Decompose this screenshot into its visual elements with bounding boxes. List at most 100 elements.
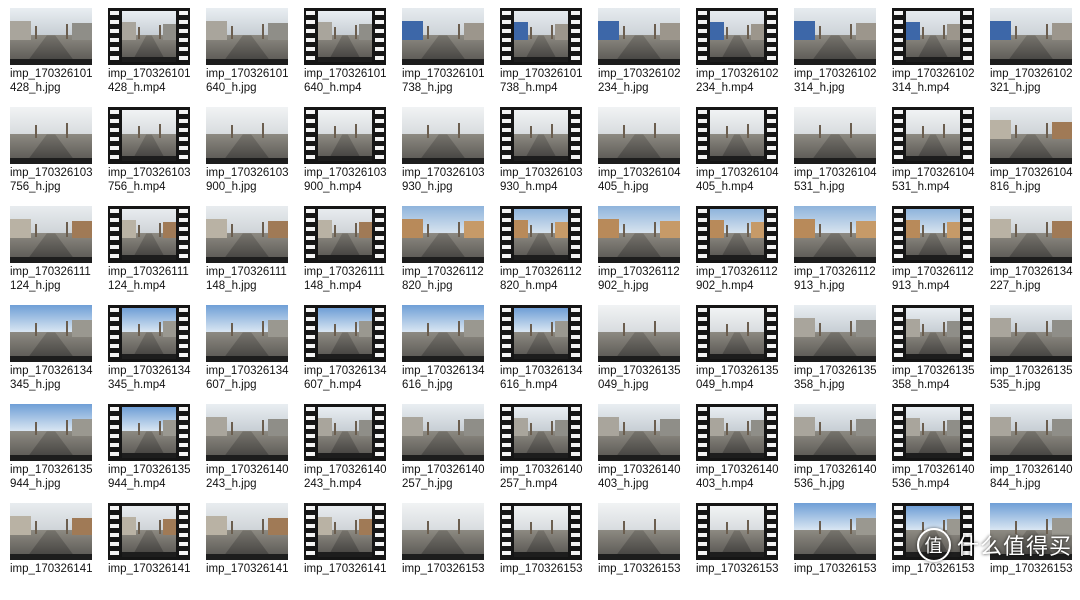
image-thumbnail[interactable] — [598, 404, 680, 461]
image-file-item[interactable]: imp_170326153 — [592, 501, 690, 600]
video-file-item[interactable]: imp_170326135 049_h.mp4 — [690, 303, 788, 402]
image-thumbnail[interactable] — [598, 206, 680, 263]
video-thumbnail[interactable] — [696, 8, 778, 65]
image-thumbnail[interactable] — [206, 8, 288, 65]
image-file-item[interactable]: imp_170326141 — [4, 501, 102, 600]
video-file-item[interactable]: imp_170326112 902_h.mp4 — [690, 204, 788, 303]
video-thumbnail[interactable] — [108, 206, 190, 263]
video-file-item[interactable]: imp_170326140 536_h.mp4 — [886, 402, 984, 501]
video-thumbnail[interactable] — [500, 503, 582, 560]
image-file-item[interactable]: imp_170326134 616_h.jpg — [396, 303, 494, 402]
image-file-item[interactable]: imp_170326153 — [396, 501, 494, 600]
image-thumbnail[interactable] — [794, 305, 876, 362]
image-file-item[interactable]: imp_170326140 257_h.jpg — [396, 402, 494, 501]
image-thumbnail[interactable] — [794, 8, 876, 65]
image-thumbnail[interactable] — [206, 107, 288, 164]
video-thumbnail[interactable] — [500, 404, 582, 461]
video-thumbnail[interactable] — [892, 107, 974, 164]
video-file-item[interactable]: imp_170326112 820_h.mp4 — [494, 204, 592, 303]
video-file-item[interactable]: imp_170326135 944_h.mp4 — [102, 402, 200, 501]
image-thumbnail[interactable] — [206, 503, 288, 560]
image-file-item[interactable]: imp_170326101 738_h.jpg — [396, 6, 494, 105]
video-file-item[interactable]: imp_170326153 — [690, 501, 788, 600]
image-thumbnail[interactable] — [10, 107, 92, 164]
image-file-item[interactable]: imp_170326140 403_h.jpg — [592, 402, 690, 501]
image-file-item[interactable]: imp_170326135 944_h.jpg — [4, 402, 102, 501]
video-thumbnail[interactable] — [108, 503, 190, 560]
image-file-item[interactable]: imp_170326153 — [788, 501, 886, 600]
image-thumbnail[interactable] — [206, 404, 288, 461]
video-thumbnail[interactable] — [304, 404, 386, 461]
video-thumbnail[interactable] — [108, 305, 190, 362]
image-file-item[interactable]: imp_170326111 124_h.jpg — [4, 204, 102, 303]
video-file-item[interactable]: imp_170326103 930_h.mp4 — [494, 105, 592, 204]
video-thumbnail[interactable] — [108, 404, 190, 461]
image-file-item[interactable]: imp_170326112 913_h.jpg — [788, 204, 886, 303]
image-thumbnail[interactable] — [794, 404, 876, 461]
image-file-item[interactable]: imp_170326102 314_h.jpg — [788, 6, 886, 105]
image-file-item[interactable]: imp_170326103 930_h.jpg — [396, 105, 494, 204]
video-file-item[interactable]: imp_170326103 756_h.mp4 — [102, 105, 200, 204]
image-file-item[interactable]: imp_170326102 321_h.jpg — [984, 6, 1080, 105]
video-thumbnail[interactable] — [696, 305, 778, 362]
video-file-item[interactable]: imp_170326140 243_h.mp4 — [298, 402, 396, 501]
video-file-item[interactable]: imp_170326102 314_h.mp4 — [886, 6, 984, 105]
image-thumbnail[interactable] — [10, 305, 92, 362]
image-file-item[interactable]: imp_170326135 358_h.jpg — [788, 303, 886, 402]
video-thumbnail[interactable] — [500, 8, 582, 65]
image-thumbnail[interactable] — [990, 206, 1072, 263]
video-file-item[interactable]: imp_170326101 738_h.mp4 — [494, 6, 592, 105]
image-file-item[interactable]: imp_170326134 227_h.jpg — [984, 204, 1080, 303]
image-file-item[interactable]: imp_170326103 900_h.jpg — [200, 105, 298, 204]
image-thumbnail[interactable] — [10, 404, 92, 461]
video-thumbnail[interactable] — [696, 404, 778, 461]
image-thumbnail[interactable] — [794, 107, 876, 164]
image-file-item[interactable]: imp_170326101 640_h.jpg — [200, 6, 298, 105]
image-file-item[interactable]: imp_170326134 345_h.jpg — [4, 303, 102, 402]
video-thumbnail[interactable] — [108, 8, 190, 65]
video-file-item[interactable]: imp_170326134 616_h.mp4 — [494, 303, 592, 402]
image-thumbnail[interactable] — [990, 8, 1072, 65]
video-thumbnail[interactable] — [304, 8, 386, 65]
video-file-item[interactable]: imp_170326135 358_h.mp4 — [886, 303, 984, 402]
image-file-item[interactable]: imp_170326140 243_h.jpg — [200, 402, 298, 501]
image-thumbnail[interactable] — [10, 206, 92, 263]
video-thumbnail[interactable] — [500, 206, 582, 263]
image-thumbnail[interactable] — [206, 305, 288, 362]
image-thumbnail[interactable] — [794, 503, 876, 560]
image-thumbnail[interactable] — [402, 8, 484, 65]
video-thumbnail[interactable] — [892, 206, 974, 263]
video-thumbnail[interactable] — [304, 206, 386, 263]
video-file-item[interactable]: imp_170326112 913_h.mp4 — [886, 204, 984, 303]
image-thumbnail[interactable] — [990, 305, 1072, 362]
image-thumbnail[interactable] — [598, 107, 680, 164]
image-thumbnail[interactable] — [10, 503, 92, 560]
video-file-item[interactable]: imp_170326102 234_h.mp4 — [690, 6, 788, 105]
image-thumbnail[interactable] — [990, 107, 1072, 164]
video-file-item[interactable]: imp_170326140 257_h.mp4 — [494, 402, 592, 501]
video-file-item[interactable]: imp_170326141 — [298, 501, 396, 600]
image-file-item[interactable]: imp_170326101 428_h.jpg — [4, 6, 102, 105]
video-file-item[interactable]: imp_170326153 — [494, 501, 592, 600]
video-file-item[interactable]: imp_170326134 345_h.mp4 — [102, 303, 200, 402]
image-file-item[interactable]: imp_170326135 535_h.jpg — [984, 303, 1080, 402]
video-thumbnail[interactable] — [892, 404, 974, 461]
image-thumbnail[interactable] — [10, 8, 92, 65]
image-thumbnail[interactable] — [598, 503, 680, 560]
video-thumbnail[interactable] — [696, 206, 778, 263]
image-file-item[interactable]: imp_170326102 234_h.jpg — [592, 6, 690, 105]
image-file-item[interactable]: imp_170326140 844_h.jpg — [984, 402, 1080, 501]
image-file-item[interactable]: imp_170326135 049_h.jpg — [592, 303, 690, 402]
video-file-item[interactable]: imp_170326104 531_h.mp4 — [886, 105, 984, 204]
video-file-item[interactable]: imp_170326104 405_h.mp4 — [690, 105, 788, 204]
image-file-item[interactable]: imp_170326104 531_h.jpg — [788, 105, 886, 204]
video-thumbnail[interactable] — [500, 305, 582, 362]
video-file-item[interactable]: imp_170326140 403_h.mp4 — [690, 402, 788, 501]
video-file-item[interactable]: imp_170326111 148_h.mp4 — [298, 204, 396, 303]
image-file-item[interactable]: imp_170326140 536_h.jpg — [788, 402, 886, 501]
video-thumbnail[interactable] — [304, 305, 386, 362]
video-thumbnail[interactable] — [696, 107, 778, 164]
video-thumbnail[interactable] — [108, 107, 190, 164]
video-file-item[interactable]: imp_170326134 607_h.mp4 — [298, 303, 396, 402]
image-file-item[interactable]: imp_170326104 405_h.jpg — [592, 105, 690, 204]
